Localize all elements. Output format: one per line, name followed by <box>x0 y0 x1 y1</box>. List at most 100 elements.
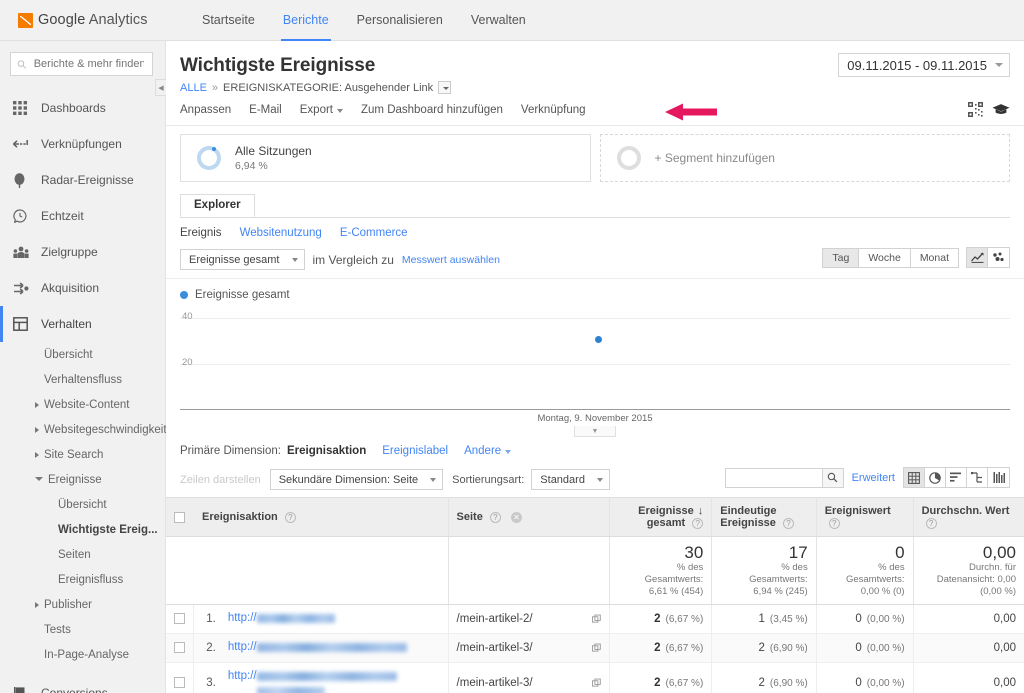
col-durchschn-wert[interactable]: Durchschn. Wert ? <box>913 497 1024 537</box>
tab-explorer[interactable]: Explorer <box>180 194 255 217</box>
sidebar-item-conversions[interactable]: Conversions <box>0 675 165 693</box>
breadcrumb-dropdown-icon[interactable] <box>438 81 452 94</box>
col-ereignisse-gesamt[interactable]: ↓ Ereignisse gesamt ? <box>609 497 713 537</box>
sidebar-item-akquisition[interactable]: Akquisition <box>0 270 165 306</box>
topnav-personalisieren[interactable]: Personalisieren <box>343 0 457 41</box>
table-view-icon[interactable] <box>904 468 925 487</box>
sidebar-events-ereignisfluss[interactable]: Ereignisfluss <box>0 567 165 592</box>
open-external-icon[interactable] <box>592 614 601 624</box>
sidebar-collapse-toggle[interactable]: ◀ <box>155 79 166 96</box>
table-search-button[interactable] <box>821 468 843 487</box>
subtab-websitenutzung[interactable]: Websitenutzung <box>240 227 322 239</box>
event-action-url[interactable]: http:// <box>228 670 440 693</box>
help-icon[interactable]: ? <box>925 517 937 529</box>
sidebar-item-zielgruppe[interactable]: Zielgruppe <box>0 234 165 270</box>
sidebar-sub-uebersicht[interactable]: Übersicht <box>0 342 165 367</box>
row-event-action[interactable]: http:// <box>219 662 449 693</box>
row-event-value: 0 (0,00 %) <box>816 662 914 693</box>
table-row[interactable]: 2. http:// /mein-artikel-3/2 (6,67 %) 2 (6,90… <box>166 633 1024 663</box>
metric-select[interactable]: Ereignisse gesamt <box>180 249 305 270</box>
table-row[interactable]: 1. http:// /mein-artikel-2/2 (6,67 %) 1 (3,45… <box>166 604 1024 634</box>
bar-view-icon[interactable] <box>946 468 967 487</box>
segment-alle-sitzungen[interactable]: Alle Sitzungen 6,94 % <box>180 134 591 182</box>
granularity-monat[interactable]: Monat <box>910 248 958 267</box>
date-range-selector[interactable]: 09.11.2015 - 09.11.2015 <box>838 53 1010 77</box>
row-checkbox[interactable] <box>174 677 186 689</box>
open-external-icon[interactable] <box>592 643 601 653</box>
sidebar-sub-publisher[interactable]: Publisher <box>0 592 165 617</box>
sidebar-sub-in-page-analyse[interactable]: In-Page-Analyse <box>0 642 165 667</box>
compare-metric-link[interactable]: Messwert auswählen <box>402 254 500 266</box>
subtab-ecommerce[interactable]: E-Commerce <box>340 227 408 239</box>
event-action-url[interactable]: http:// <box>228 612 440 626</box>
sidebar-sub-verhaltensfluss[interactable]: Verhaltensfluss <box>0 367 165 392</box>
row-event-action[interactable]: http:// <box>219 604 449 634</box>
sidebar-sub-website-content[interactable]: Website-Content <box>0 392 165 417</box>
table-search-input[interactable] <box>725 468 822 487</box>
action-export[interactable]: Export <box>300 104 343 116</box>
sidebar-sub-tests[interactable]: Tests <box>0 617 165 642</box>
secondary-dimension-select[interactable]: Sekundäre Dimension: Seite <box>269 469 444 490</box>
table-search[interactable] <box>724 467 844 488</box>
breadcrumb-all[interactable]: ALLE <box>180 82 207 94</box>
sidebar-sub-websitegeschwindigkeit[interactable]: Websitegeschwindigkeit <box>0 417 167 442</box>
granularity-tag[interactable]: Tag <box>823 248 860 267</box>
sidebar-sub-site-search[interactable]: Site Search <box>0 442 165 467</box>
pie-view-icon[interactable] <box>925 468 946 487</box>
dimension-link-ereignislabel[interactable]: Ereignislabel <box>382 445 448 457</box>
qr-code-icon[interactable] <box>968 102 983 117</box>
graduation-cap-icon[interactable] <box>992 103 1010 116</box>
event-action-url[interactable]: http:// <box>228 641 440 655</box>
row-event-action[interactable]: http:// <box>219 633 449 663</box>
action-email[interactable]: E-Mail <box>249 104 282 116</box>
help-icon[interactable]: ? <box>489 511 501 523</box>
row-checkbox-cell <box>166 633 195 663</box>
topnav-startseite[interactable]: Startseite <box>188 0 269 41</box>
row-checkbox[interactable] <box>174 642 186 654</box>
select-all-checkbox[interactable] <box>174 511 185 523</box>
performance-view-icon[interactable] <box>967 468 988 487</box>
line-chart-icon[interactable] <box>967 248 988 267</box>
col-seite[interactable]: Seite ? ✕ <box>448 497 611 537</box>
action-anpassen[interactable]: Anpassen <box>180 104 231 116</box>
sidebar-sub-ereignisse[interactable]: Ereignisse <box>0 467 165 492</box>
scatter-chart-icon[interactable] <box>988 248 1009 267</box>
search-icon <box>17 59 27 69</box>
sidebar-item-radar-ereignisse[interactable]: Radar-Ereignisse <box>0 162 165 198</box>
chart-collapse-toggle[interactable]: ▼ <box>574 426 616 437</box>
topnav-berichte[interactable]: Berichte <box>269 0 343 42</box>
sidebar-search[interactable] <box>10 52 153 76</box>
sort-type-select[interactable]: Standard <box>531 469 610 490</box>
sidebar-item-dashboards[interactable]: Dashboards <box>0 90 165 126</box>
help-icon[interactable]: ? <box>782 517 794 529</box>
subtab-ereignis[interactable]: Ereignis <box>180 227 222 239</box>
topnav-verwalten[interactable]: Verwalten <box>457 0 540 41</box>
sidebar-events-uebersicht[interactable]: Übersicht <box>0 492 165 517</box>
google-analytics-logo[interactable]: Google Analytics <box>18 12 170 28</box>
open-external-icon[interactable] <box>592 678 601 688</box>
help-icon[interactable]: ? <box>284 511 296 523</box>
help-icon[interactable]: ? <box>828 517 840 529</box>
segment-add-button[interactable]: + Segment hinzufügen <box>599 134 1010 182</box>
chart-data-point[interactable] <box>595 336 602 343</box>
sidebar-item-echtzeit[interactable]: Echtzeit <box>0 198 165 234</box>
sidebar-item-verknuepfungen[interactable]: Verknüpfungen <box>0 126 165 162</box>
sidebar-item-verhalten[interactable]: Verhalten <box>0 306 165 342</box>
pivot-view-icon[interactable] <box>988 468 1009 487</box>
table-row[interactable]: 3. http:// /mein-artikel-3/2 (6,67 %) 2 (6,90… <box>166 662 1024 693</box>
segment-percent: 6,94 % <box>235 159 268 172</box>
sidebar-search-input[interactable] <box>31 57 146 71</box>
advanced-filter-link[interactable]: Erweitert <box>852 472 895 484</box>
action-verknuepfung[interactable]: Verknüpfung <box>521 104 586 116</box>
action-zum-dashboard-hinzufuegen[interactable]: Zum Dashboard hinzufügen <box>361 104 503 116</box>
sidebar-events-wichtigste-ereignisse[interactable]: Wichtigste Ereig... <box>0 517 165 542</box>
col-ereignisaktion[interactable]: Ereignisaktion ? <box>193 497 449 537</box>
remove-column-icon[interactable]: ✕ <box>510 511 522 523</box>
granularity-woche[interactable]: Woche <box>859 248 911 267</box>
help-icon[interactable]: ? <box>692 517 704 529</box>
col-eindeutige-ereignisse[interactable]: Eindeutige Ereignisse ? <box>711 497 817 537</box>
col-ereigniswert[interactable]: Ereigniswert ? <box>816 497 914 537</box>
row-checkbox[interactable] <box>174 613 186 625</box>
sidebar-events-seiten[interactable]: Seiten <box>0 542 165 567</box>
dimension-link-andere[interactable]: Andere <box>464 445 512 457</box>
